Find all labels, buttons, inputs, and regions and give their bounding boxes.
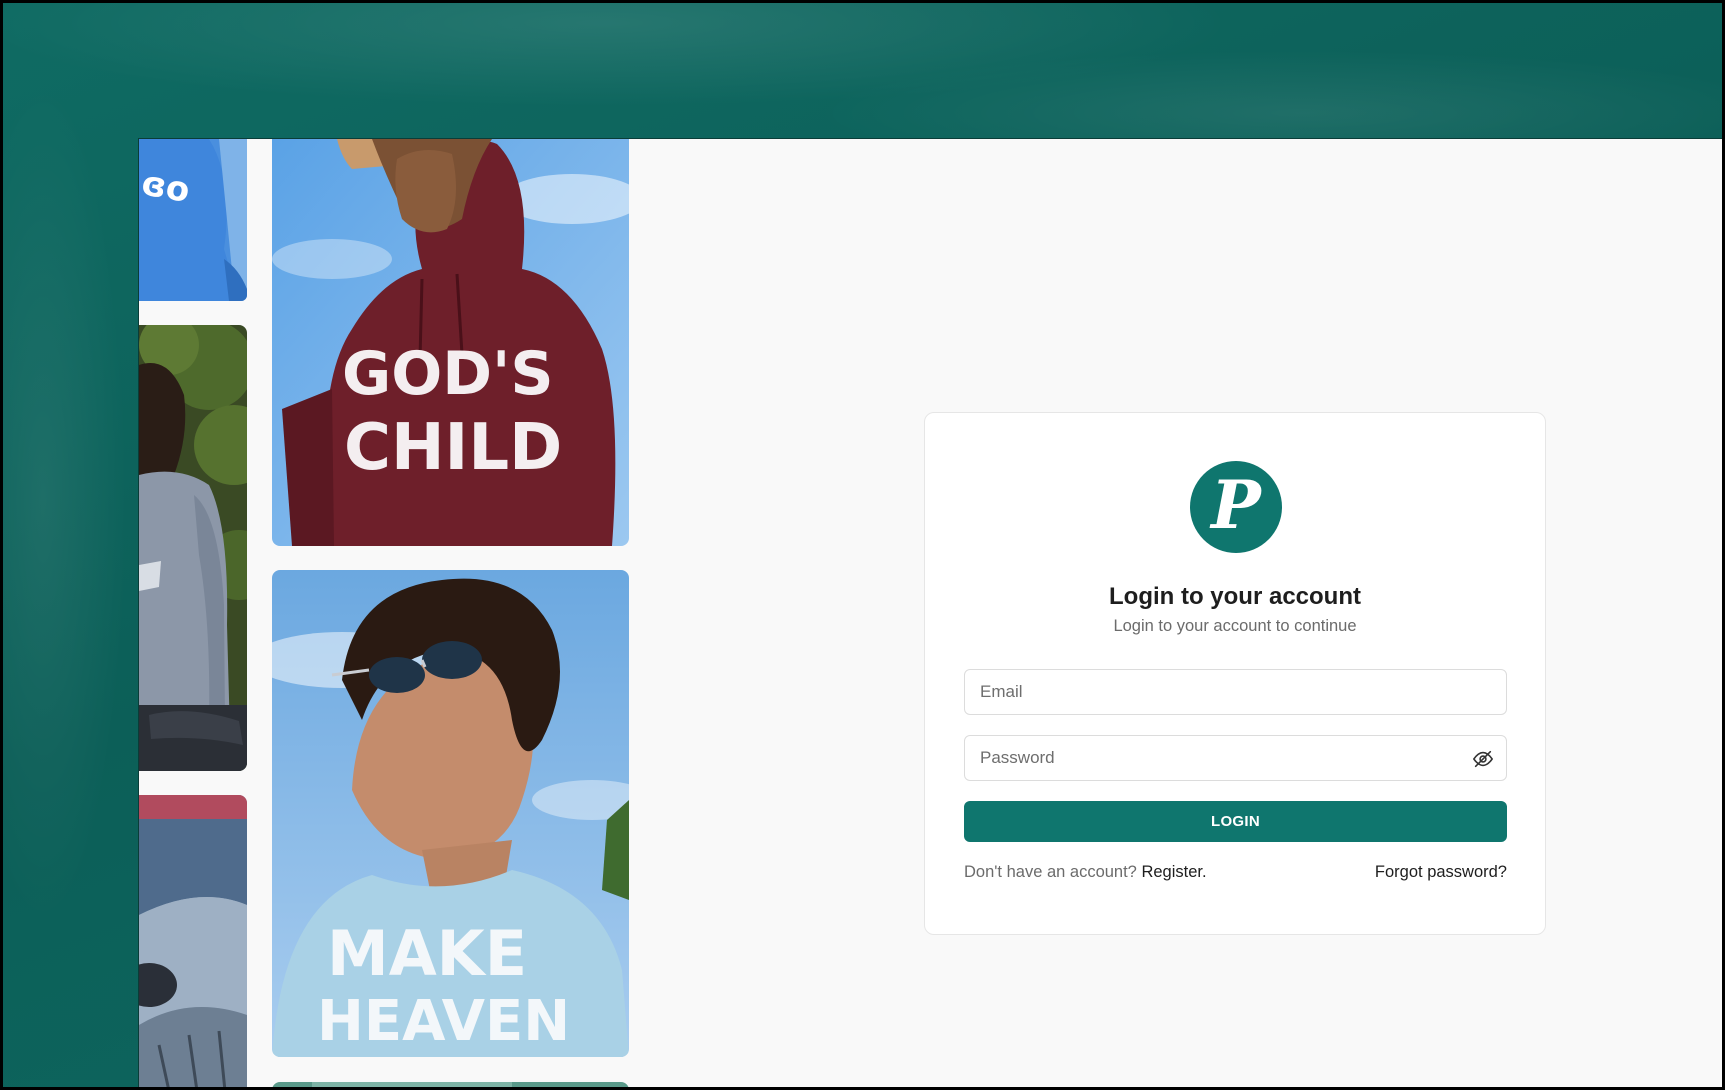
brand-logo: P <box>1190 461 1282 553</box>
gallery-photo-blue-shirt: ɞo <box>139 139 247 301</box>
register-link[interactable]: Register. <box>1141 863 1206 881</box>
login-footer: Don't have an account? Register. Forgot … <box>964 863 1507 885</box>
tshirt-print-line-2: HEAVEN <box>317 989 570 1054</box>
gallery-photo-next <box>272 1082 629 1087</box>
hoodie-print-line-1: GOD'S <box>342 339 554 409</box>
password-field[interactable] <box>965 736 1506 780</box>
login-button[interactable]: LOGIN <box>964 801 1507 842</box>
gallery-photo-grey-sweatshirt <box>139 325 247 771</box>
tshirt-print-line-1: MAKE <box>327 917 527 990</box>
password-field-wrapper <box>964 735 1507 781</box>
desktop-backdrop: ɞo GOD'S CHILD MAKE HEAVEN P Login to yo… <box>3 3 1722 1087</box>
gallery-photo-light-blue-tee: MAKE HEAVEN <box>272 570 629 1057</box>
gallery-photo-maroon-hoodie: GOD'S CHILD <box>272 139 629 546</box>
svg-text:ɞo: ɞo <box>139 163 193 211</box>
login-subtitle: Login to your account to continue <box>1113 617 1357 635</box>
brand-logo-letter: P <box>1211 466 1261 544</box>
email-field[interactable] <box>965 670 1506 714</box>
login-card: P Login to your account Login to your ac… <box>924 412 1546 935</box>
photo-gallery: ɞo GOD'S CHILD MAKE HEAVEN <box>139 139 639 1087</box>
eye-off-icon[interactable] <box>1472 748 1494 770</box>
no-account-text: Don't have an account? Register. <box>964 863 1207 882</box>
login-title: Login to your account <box>1109 583 1361 610</box>
hoodie-print-line-2: CHILD <box>344 411 562 485</box>
email-field-wrapper <box>964 669 1507 715</box>
gallery-photo-skatepark <box>139 795 247 1087</box>
no-account-label: Don't have an account? <box>964 863 1142 881</box>
app-window: ɞo GOD'S CHILD MAKE HEAVEN P Login to yo… <box>138 138 1722 1087</box>
forgot-password-link[interactable]: Forgot password? <box>1375 863 1507 882</box>
